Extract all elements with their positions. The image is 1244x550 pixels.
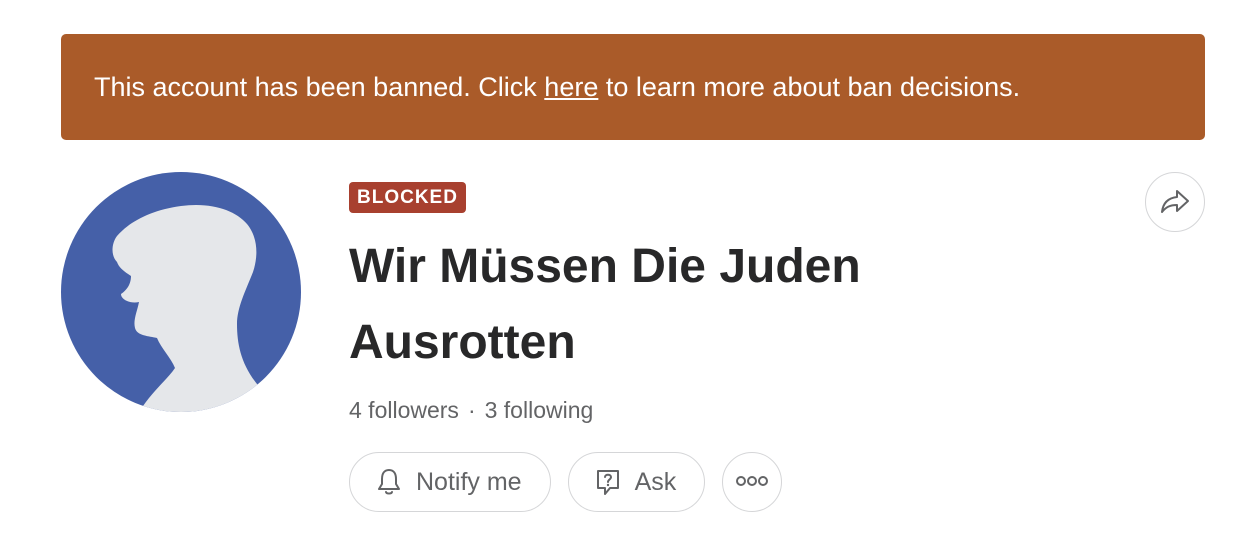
stats-separator: ·	[467, 397, 476, 423]
blocked-badge: BLOCKED	[349, 182, 466, 213]
profile-name: Wir Müssen Die Juden Ausrotten	[349, 240, 861, 369]
question-bubble-icon	[593, 467, 623, 497]
profile-page: This account has been banned. Click here…	[0, 0, 1244, 550]
share-arrow-icon	[1158, 184, 1192, 221]
profile-header: BLOCKED Wir Müssen Die Juden Ausrotten 4…	[349, 182, 1109, 512]
ban-notice-text-start: This account has been banned. Click	[94, 71, 537, 102]
follow-stats: 4 followers · 3 following	[349, 397, 1109, 424]
following-count[interactable]: 3 following	[485, 397, 594, 424]
share-button[interactable]	[1145, 172, 1205, 232]
ask-label: Ask	[634, 467, 677, 496]
bell-icon	[374, 467, 404, 497]
notify-me-label: Notify me	[416, 467, 522, 496]
followers-count[interactable]: 4 followers	[349, 397, 459, 424]
more-options-button[interactable]	[722, 452, 783, 512]
notify-me-button[interactable]: Notify me	[349, 452, 551, 512]
default-avatar-silhouette-icon	[112, 204, 301, 412]
ban-info-link[interactable]: here	[544, 73, 598, 101]
more-dots-icon	[734, 474, 770, 491]
profile-actions: Notify me Ask	[349, 452, 1109, 512]
ban-notice-banner: This account has been banned. Click here…	[61, 34, 1205, 140]
ask-button[interactable]: Ask	[567, 452, 706, 512]
avatar	[61, 172, 301, 412]
ban-notice-text-end: to learn more about ban decisions.	[605, 71, 1021, 102]
